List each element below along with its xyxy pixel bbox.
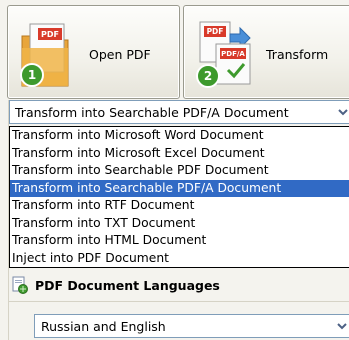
- open-step-badge: 1: [28, 68, 36, 82]
- pdf-languages-header[interactable]: PDF Document Languages: [9, 270, 349, 300]
- option-searchable-pdf[interactable]: Transform into Searchable PDF Document: [10, 162, 349, 180]
- pdf-languages-title: PDF Document Languages: [35, 277, 220, 293]
- option-rtf[interactable]: Transform into RTF Document: [10, 197, 349, 215]
- option-html[interactable]: Transform into HTML Document: [10, 232, 349, 250]
- option-txt[interactable]: Transform into TXT Document: [10, 215, 349, 233]
- option-excel[interactable]: Transform into Microsoft Excel Document: [10, 145, 349, 163]
- svg-text:PDF/A: PDF/A: [221, 50, 245, 58]
- option-word[interactable]: Transform into Microsoft Word Document: [10, 127, 349, 145]
- transform-step-badge: 2: [204, 69, 212, 83]
- transform-icon: PDF PDF/A 2: [196, 21, 251, 88]
- document-globe-icon: [12, 276, 28, 294]
- open-pdf-button[interactable]: PDF 1 Open PDF: [7, 5, 180, 99]
- chevron-down-icon[interactable]: [334, 101, 349, 123]
- svg-text:PDF: PDF: [207, 27, 224, 36]
- transform-button[interactable]: PDF PDF/A 2 Transform: [183, 5, 349, 99]
- option-inject-pdf[interactable]: Inject into PDF Document: [10, 250, 349, 268]
- open-pdf-label: Open PDF: [89, 47, 151, 62]
- transform-label: Transform: [266, 47, 329, 62]
- svg-text:PDF: PDF: [41, 30, 59, 39]
- transform-type-dropdown-list: Transform into Microsoft Word Document T…: [9, 126, 349, 268]
- transform-panel: PDF 1 Open PDF PDF PDF/A 2 Transform Tra…: [0, 0, 349, 340]
- open-pdf-icon: PDF 1: [20, 23, 69, 87]
- transform-type-combobox[interactable]: Transform into Searchable PDF/A Document: [9, 100, 349, 124]
- transform-type-value: Transform into Searchable PDF/A Document: [15, 105, 289, 120]
- language-value: Russian and English: [41, 319, 166, 334]
- section-divider: [9, 301, 349, 302]
- option-searchable-pdfa[interactable]: Transform into Searchable PDF/A Document: [10, 179, 349, 197]
- chevron-down-icon[interactable]: [333, 315, 349, 337]
- language-combobox[interactable]: Russian and English: [34, 314, 349, 338]
